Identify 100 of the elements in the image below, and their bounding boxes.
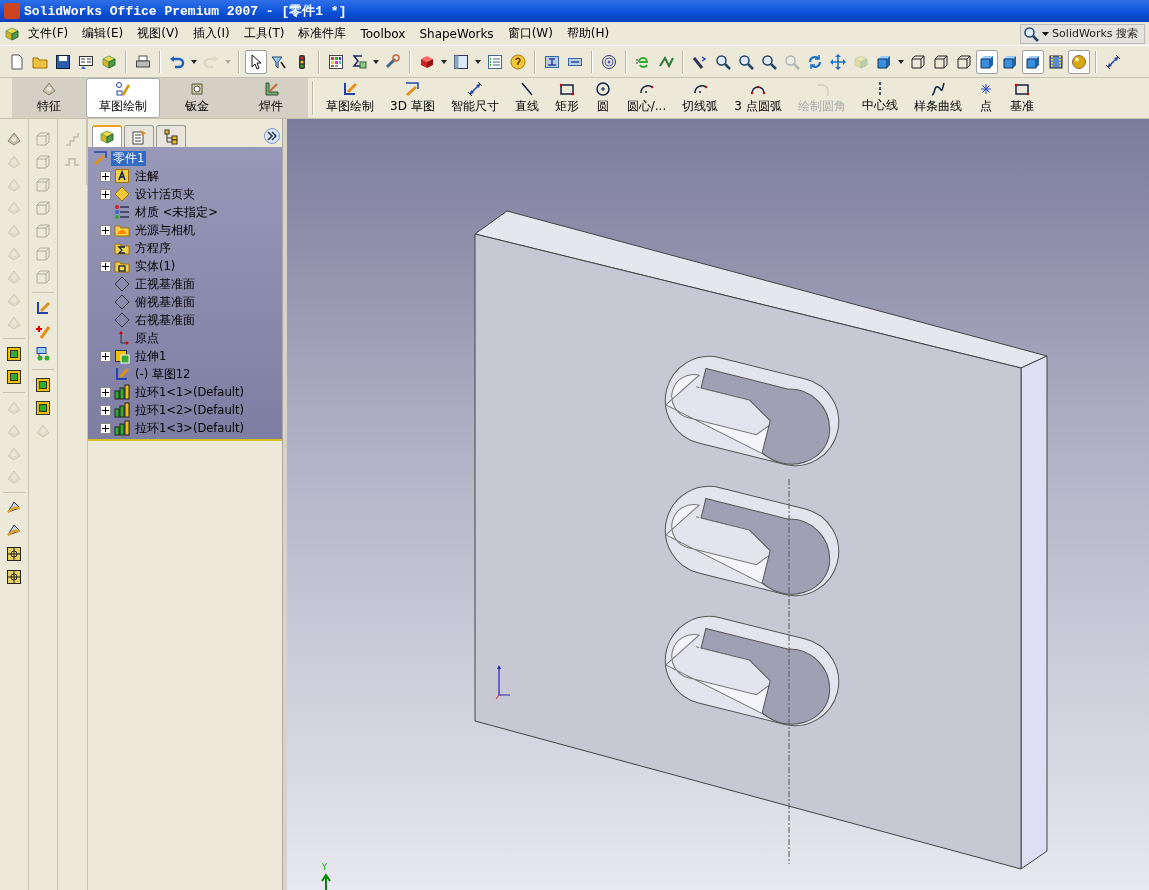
undo-arrow-icon	[169, 53, 185, 70]
tree-item[interactable]: 光源与相机	[90, 221, 282, 239]
tree-item[interactable]: 拉环1<1>(Default)	[90, 383, 282, 401]
toolbar-button[interactable]	[976, 49, 998, 74]
rectangle-icon	[1013, 81, 1030, 97]
command-button[interactable]: 直线	[506, 78, 547, 118]
sketch-pencil-icon	[92, 150, 108, 166]
tree-item[interactable]: 原点	[90, 329, 282, 347]
command-tab[interactable]: 草图绘制	[86, 78, 160, 118]
command-button[interactable]: 切线弧	[674, 78, 727, 118]
expand-button[interactable]	[100, 404, 111, 416]
expand-button[interactable]	[100, 350, 111, 362]
caret-icon	[441, 59, 447, 64]
menu-item[interactable]: 帮助(H)	[560, 23, 616, 44]
zoom-icon	[784, 53, 800, 70]
expand-button[interactable]	[100, 386, 111, 398]
tree-item[interactable]: 正视基准面	[90, 275, 282, 293]
command-button[interactable]: 基准	[1001, 78, 1042, 118]
tree-item[interactable]: 设计活页夹	[90, 185, 282, 203]
bar-stack-icon	[114, 420, 130, 436]
command-tab[interactable]: 焊件	[234, 78, 308, 118]
sketch-pencil-icon	[114, 366, 130, 382]
wireframe-cube-icon	[35, 200, 51, 216]
cube-icon	[101, 53, 117, 70]
feature-icon	[41, 81, 57, 97]
expand-button[interactable]	[100, 260, 111, 272]
command-button[interactable]: 矩形	[546, 78, 587, 118]
property-sheet-icon	[131, 128, 147, 145]
tree-item[interactable]: (-) 草图12	[90, 365, 282, 383]
feature-icon	[6, 269, 22, 285]
panel-tab[interactable]	[124, 125, 154, 147]
command-button[interactable]: 圆心/...	[618, 78, 675, 118]
menu-item[interactable]: 窗口(W)	[501, 23, 559, 44]
menu-item[interactable]: 工具(T)	[237, 23, 291, 44]
menu-item[interactable]: 文件(F)	[22, 23, 75, 44]
panel-tab[interactable]	[92, 125, 122, 147]
wedge-icon	[6, 523, 22, 539]
command-button[interactable]: 3 点圆弧	[726, 78, 790, 118]
tree-item[interactable]: 右视基准面	[90, 311, 282, 329]
printer-icon	[135, 53, 151, 70]
framed-box-icon	[6, 369, 22, 385]
shaded-cube-icon	[876, 53, 892, 70]
command-button[interactable]: 中心线	[853, 78, 906, 118]
add-pencil-icon	[35, 323, 51, 339]
app-logo-icon	[4, 3, 20, 19]
double-chevron-icon	[267, 131, 277, 141]
menu-item[interactable]: 插入(I)	[186, 23, 236, 44]
steps-icon	[64, 131, 80, 147]
wireframe-cube-icon	[35, 177, 51, 193]
tree-item[interactable]: 俯视基准面	[90, 293, 282, 311]
checklist-icon	[487, 53, 503, 70]
sphere-icon	[1071, 53, 1087, 70]
feature-icon	[6, 469, 22, 485]
tree-item[interactable]: 拉环1<2>(Default)	[90, 401, 282, 419]
tree-item[interactable]: 拉伸1	[90, 347, 282, 365]
bar-stack-icon	[114, 402, 130, 418]
command-button[interactable]: 草图绘制	[318, 78, 382, 118]
menu-item[interactable]: ShapeWorks	[413, 24, 500, 43]
command-button[interactable]: 3D 草图	[382, 78, 443, 118]
expand-button[interactable]	[100, 188, 111, 200]
tile-icon	[6, 569, 22, 585]
feature-icon	[6, 131, 22, 147]
tree-root[interactable]: 零件1	[90, 149, 284, 167]
command-tab[interactable]: 钣金	[160, 78, 234, 118]
panel-tab[interactable]	[156, 125, 186, 147]
tree-item[interactable]: 实体(1)	[90, 257, 282, 275]
expand-button[interactable]	[100, 422, 111, 434]
toolbar-button[interactable]	[245, 49, 267, 74]
caret-icon	[191, 59, 197, 64]
tree-item[interactable]: 注解	[90, 167, 282, 185]
command-tab[interactable]: 特征	[12, 78, 86, 118]
tree-item[interactable]: 材质 <未指定>	[90, 203, 282, 221]
expand-button[interactable]	[100, 170, 111, 182]
shaded-cube-icon	[1025, 53, 1041, 70]
feature-icon	[6, 315, 22, 331]
tree-item[interactable]: 拉环1<3>(Default)	[90, 419, 282, 437]
panel-icon	[78, 53, 94, 70]
spline-icon	[929, 81, 946, 97]
axis-label: Y	[322, 863, 327, 872]
wireframe-cube-icon	[956, 53, 972, 70]
tree-item[interactable]: 方程序	[90, 239, 282, 257]
cube-icon	[853, 53, 869, 70]
sketch-pencil-icon	[35, 300, 51, 316]
menu-item[interactable]: Toolbox	[354, 24, 412, 43]
expand-panel-button[interactable]	[264, 128, 280, 144]
menu-item[interactable]: 标准件库	[292, 23, 353, 44]
command-button[interactable]: 圆	[586, 78, 619, 118]
caret-icon	[373, 59, 379, 64]
command-button[interactable]: 点	[969, 78, 1002, 118]
command-button[interactable]: 智能尺寸	[442, 78, 507, 118]
command-button[interactable]: 样条曲线	[905, 78, 970, 118]
caret-icon	[225, 59, 231, 64]
search-box[interactable]: SolidWorks 搜索	[1020, 23, 1145, 44]
menu-item[interactable]: 视图(V)	[131, 23, 185, 44]
wireframe-cube-icon	[35, 131, 51, 147]
toolbar-button[interactable]	[1022, 49, 1044, 74]
expand-button[interactable]	[100, 224, 111, 236]
menu-item[interactable]: 编辑(E)	[76, 23, 130, 44]
page-icon	[9, 53, 25, 70]
wedge-icon	[6, 500, 22, 516]
